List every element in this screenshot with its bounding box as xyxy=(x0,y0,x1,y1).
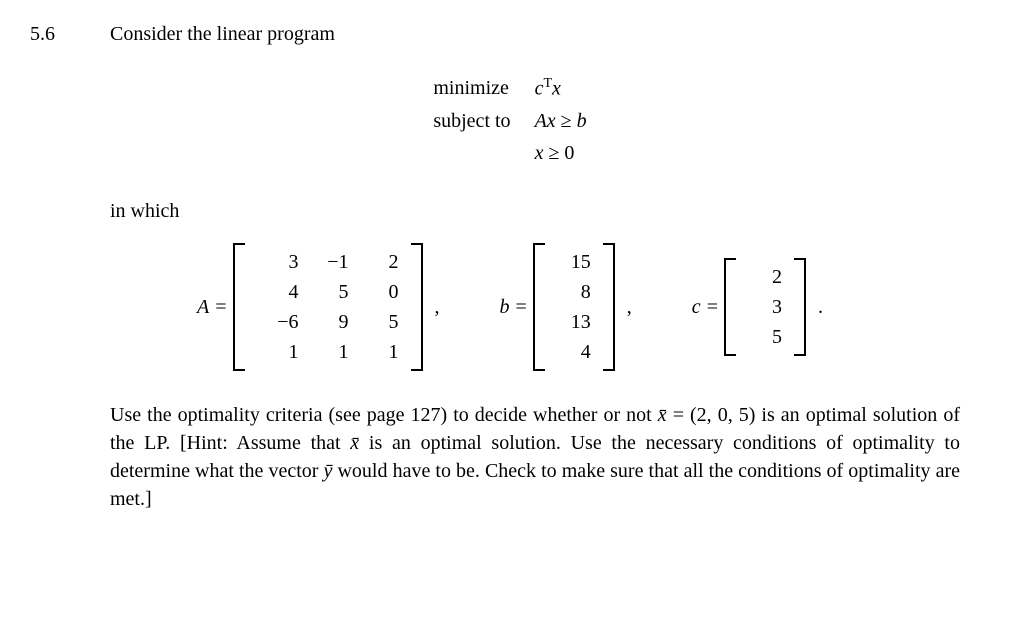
matrix-b-label: b xyxy=(500,293,510,321)
matrix-cell: 1 xyxy=(303,337,353,367)
matrix-cell: 4 xyxy=(253,277,303,307)
matrix-b: 15 8 13 4 xyxy=(533,243,615,371)
matrix-A: 3 −1 2 4 5 0 −6 9 5 1 1 1 xyxy=(233,243,423,371)
table-row: 8 xyxy=(553,277,595,307)
matrix-b-assignment: b = 15 8 13 4 , xyxy=(500,243,632,371)
lp-table: minimize cTx subject to Ax ≥ b x ≥ 0 xyxy=(421,72,598,169)
matrix-cell: 3 xyxy=(744,292,786,322)
matrix-cell: 8 xyxy=(553,277,595,307)
matrix-c-label: c xyxy=(692,293,701,321)
matrix-c: 2 3 5 xyxy=(724,258,806,356)
matrix-cell: 13 xyxy=(553,307,595,337)
table-row: 3 xyxy=(744,292,786,322)
table-row: 4 xyxy=(553,337,595,367)
matrix-cell: 0 xyxy=(353,277,403,307)
matrix-cell: 9 xyxy=(303,307,353,337)
bracket-right-icon xyxy=(794,258,806,356)
bracket-left-icon xyxy=(533,243,545,371)
linear-program-block: minimize cTx subject to Ax ≥ b x ≥ 0 xyxy=(30,72,990,169)
matrix-cell: 1 xyxy=(253,337,303,367)
table-row: 13 xyxy=(553,307,595,337)
eq-sign-b: = xyxy=(516,293,527,321)
matrix-cell: −1 xyxy=(303,247,353,277)
matrix-A-body: 3 −1 2 4 5 0 −6 9 5 1 1 1 xyxy=(245,243,411,371)
in-which-text: in which xyxy=(110,197,990,225)
constraint-1: Ax ≥ b xyxy=(523,105,599,137)
var-x2: x xyxy=(547,110,556,132)
matrix-cell: 5 xyxy=(353,307,403,337)
transpose-T: T xyxy=(543,76,552,91)
problem-header: 5.6 Consider the linear program xyxy=(30,20,990,48)
matrix-cell: 15 xyxy=(553,247,595,277)
constraint-2: x ≥ 0 xyxy=(523,137,599,169)
matrix-A-label: A xyxy=(197,293,209,321)
matrix-cell: 2 xyxy=(744,262,786,292)
problem-number: 5.6 xyxy=(30,20,110,48)
var-b: b xyxy=(577,110,587,132)
period-c: . xyxy=(818,293,823,321)
minimize-label: minimize xyxy=(421,72,522,105)
var-x: x xyxy=(552,78,561,100)
subject-to-label: subject to xyxy=(421,105,522,137)
table-row: 3 −1 2 xyxy=(253,247,403,277)
matrix-cell: 5 xyxy=(303,277,353,307)
comma-A: , xyxy=(435,293,440,321)
minimize-expression: cTx xyxy=(523,72,599,105)
matrices-block: A = 3 −1 2 4 5 0 −6 9 5 xyxy=(30,243,990,371)
eq-sign-A: = xyxy=(215,293,226,321)
matrix-c-body: 2 3 5 xyxy=(736,258,794,356)
var-A: A xyxy=(535,110,547,132)
bracket-left-icon xyxy=(724,258,736,356)
matrix-cell: 2 xyxy=(353,247,403,277)
bracket-right-icon xyxy=(603,243,615,371)
table-row: 2 xyxy=(744,262,786,292)
matrix-cell: 3 xyxy=(253,247,303,277)
bracket-left-icon xyxy=(233,243,245,371)
x-bar-2: x̄ xyxy=(350,432,359,454)
matrix-A-assignment: A = 3 −1 2 4 5 0 −6 9 5 xyxy=(197,243,440,371)
table-row: 15 xyxy=(553,247,595,277)
table-row: 1 1 1 xyxy=(253,337,403,367)
table-row: 4 5 0 xyxy=(253,277,403,307)
matrix-cell: 1 xyxy=(353,337,403,367)
comma-b: , xyxy=(627,293,632,321)
matrix-cell: −6 xyxy=(253,307,303,337)
problem-intro: Consider the linear program xyxy=(110,20,990,48)
problem-body-text: Use the optimality criteria (see page 12… xyxy=(110,401,960,513)
geq-0: ≥ 0 xyxy=(543,142,574,164)
geq-1: ≥ xyxy=(556,110,577,132)
body-part1: Use the optimality criteria (see page 12… xyxy=(110,404,658,426)
table-row: 5 xyxy=(744,322,786,352)
bracket-right-icon xyxy=(411,243,423,371)
matrix-b-body: 15 8 13 4 xyxy=(545,243,603,371)
x-bar: x̄ xyxy=(658,404,667,426)
matrix-cell: 4 xyxy=(553,337,595,367)
matrix-cell: 5 xyxy=(744,322,786,352)
table-row: −6 9 5 xyxy=(253,307,403,337)
matrix-c-assignment: c = 2 3 5 . xyxy=(692,258,823,356)
eq-sign-c: = xyxy=(707,293,718,321)
